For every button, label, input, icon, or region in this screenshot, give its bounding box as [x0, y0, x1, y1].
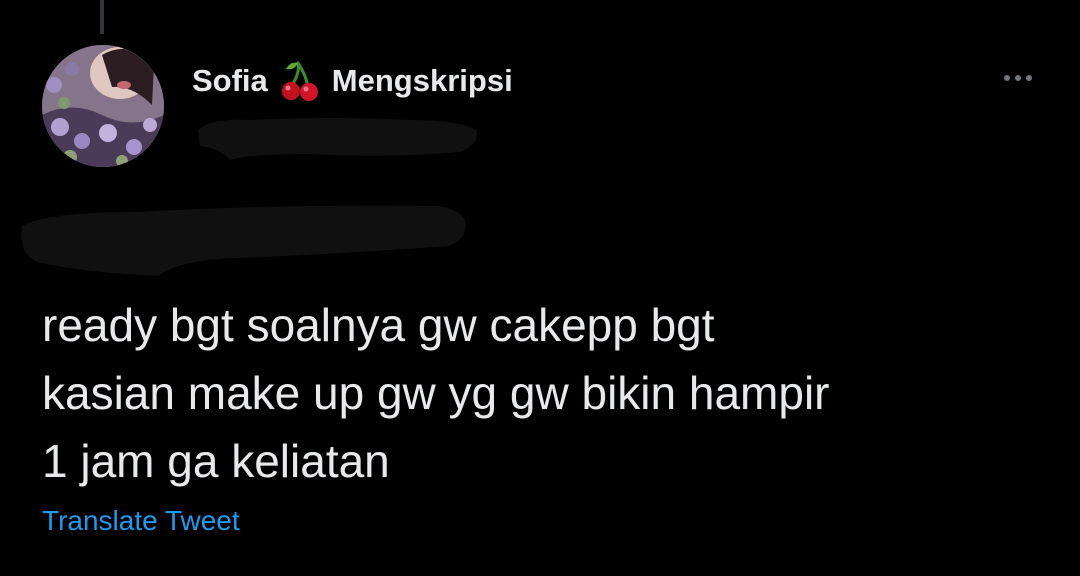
- author-name-first[interactable]: Sofia: [192, 63, 268, 99]
- more-horizontal-icon[interactable]: [1000, 66, 1036, 90]
- cherries-icon: [278, 59, 322, 103]
- redaction-scribble: [21, 205, 466, 276]
- tweet-header: Sofia Mengskripsi: [192, 56, 513, 106]
- avatar[interactable]: [42, 45, 164, 167]
- redaction-scribble: [198, 118, 477, 160]
- translate-tweet-link[interactable]: Translate Tweet: [42, 505, 240, 537]
- tweet-text: ready bgt soalnya gw cakepp bgt kasian m…: [42, 299, 830, 487]
- avatar-photo: [42, 45, 164, 167]
- thread-connector-line: [100, 0, 104, 34]
- author-name-second[interactable]: Mengskripsi: [332, 63, 513, 99]
